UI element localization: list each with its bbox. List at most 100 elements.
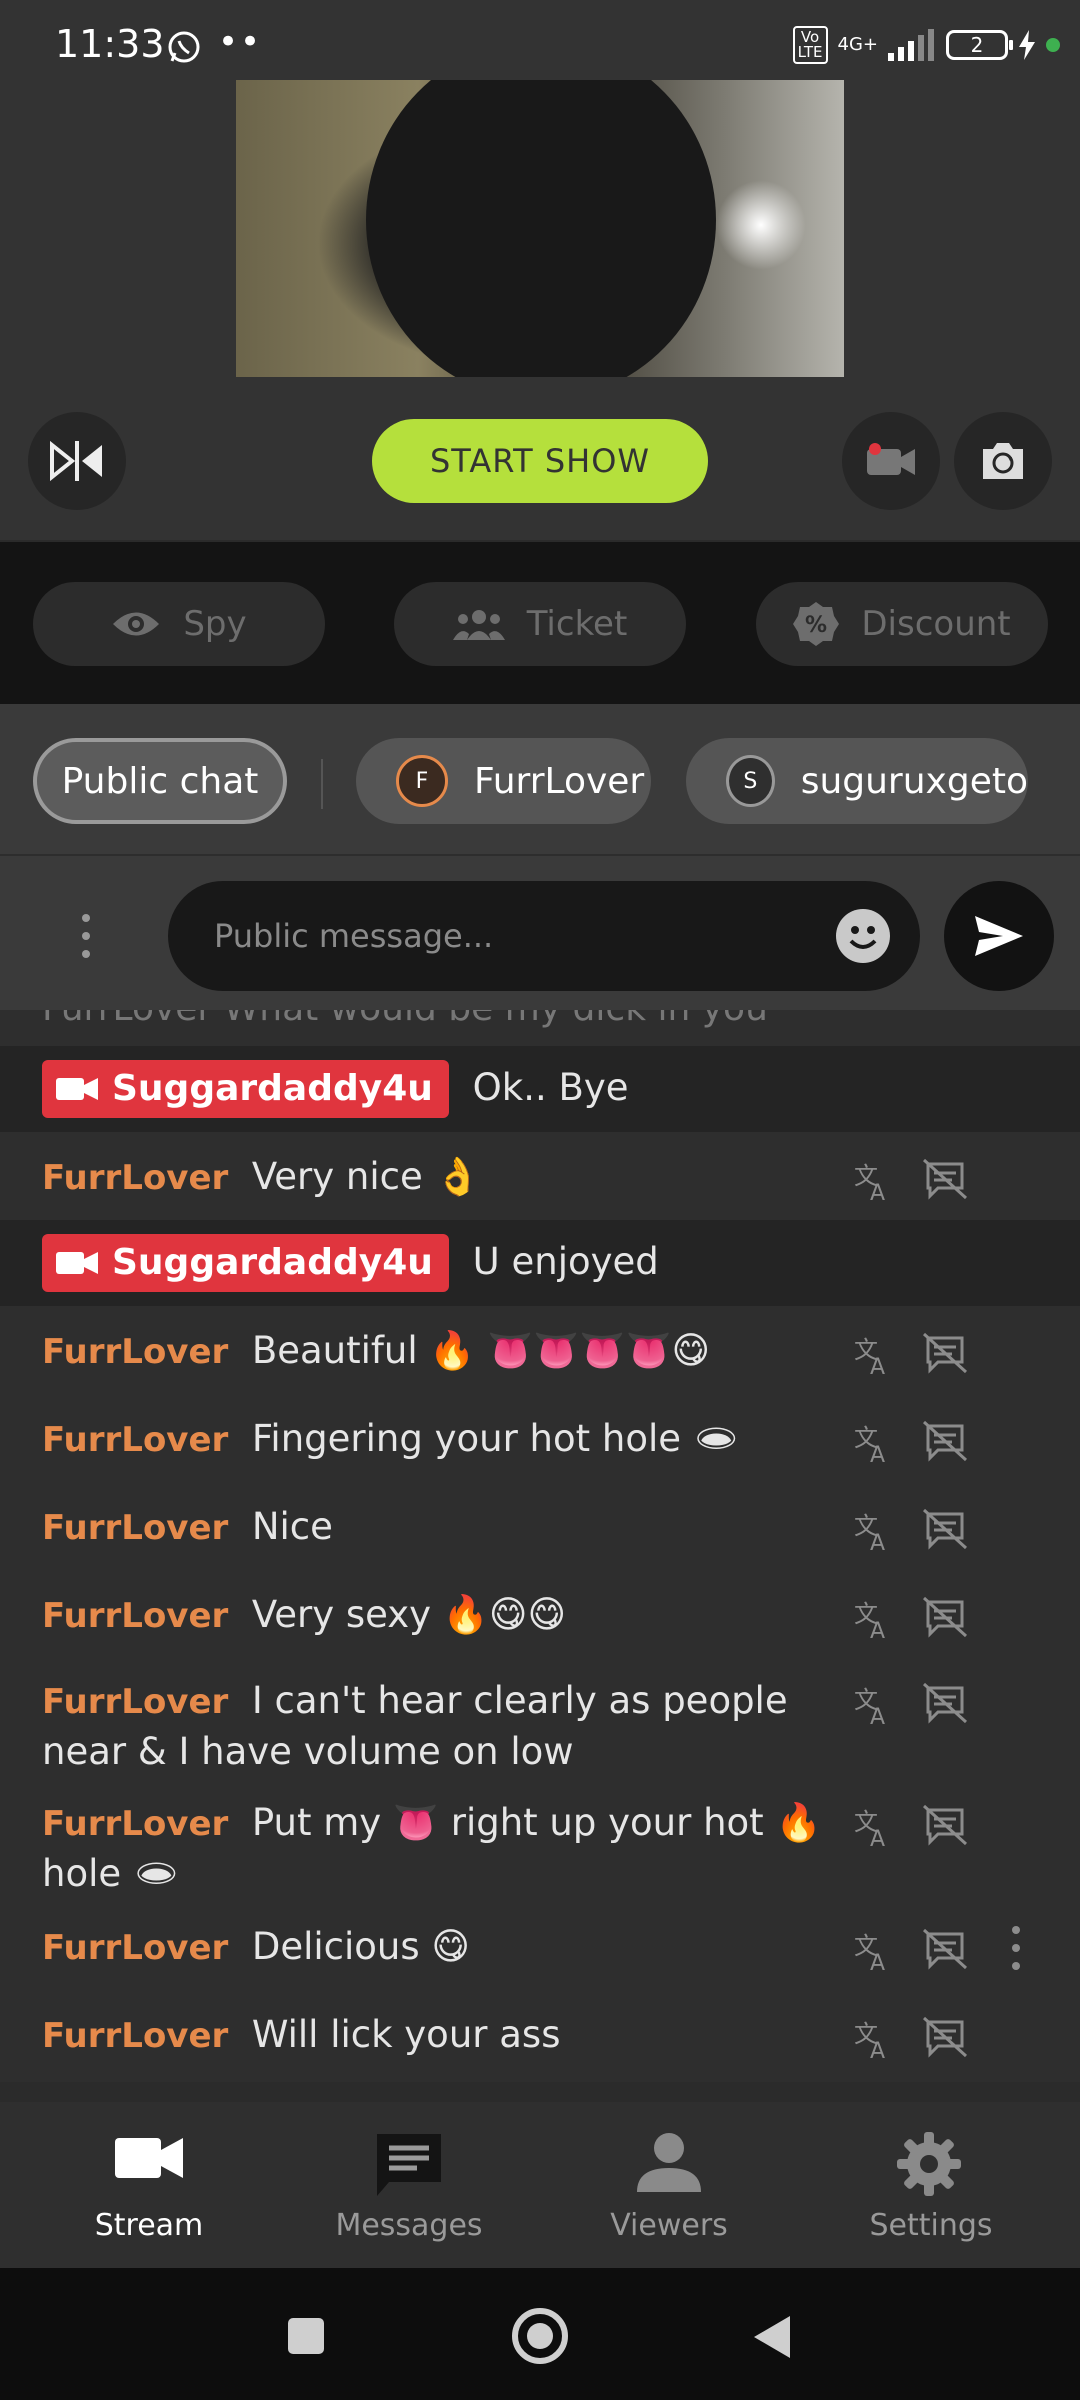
svg-text:A: A xyxy=(870,1619,885,1640)
tab-label: suguruxgeto xyxy=(800,760,1028,802)
charging-icon xyxy=(1019,30,1035,60)
svg-text:A: A xyxy=(870,2039,885,2060)
hide-message-icon[interactable] xyxy=(922,1158,968,1200)
host-badge: Suggardaddy4u xyxy=(42,1060,449,1118)
bottom-navigation: Stream Messages Viewers Settings xyxy=(0,2102,1080,2268)
whatsapp-icon xyxy=(168,31,200,63)
username[interactable]: FurrLover xyxy=(42,1332,228,1372)
username[interactable]: FurrLover xyxy=(42,1928,228,1968)
translate-icon[interactable]: 文A xyxy=(852,1422,894,1464)
list-item: FurrLover I can't hear clearly as people… xyxy=(0,1658,1080,1780)
hide-message-icon[interactable] xyxy=(922,1804,968,1846)
username[interactable]: FurrLover xyxy=(42,1420,228,1460)
svg-text:A: A xyxy=(870,1355,885,1376)
volte-icon: Vo LTE xyxy=(792,26,828,64)
public-message-input[interactable] xyxy=(214,881,794,991)
translate-icon[interactable]: 文A xyxy=(852,1510,894,1552)
hide-message-icon[interactable] xyxy=(922,1682,968,1724)
flip-icon xyxy=(50,440,102,482)
translate-icon[interactable]: 文A xyxy=(852,1806,894,1848)
discount-icon: % xyxy=(793,602,840,646)
spy-button[interactable]: Spy xyxy=(33,582,325,666)
nav-stream[interactable]: Stream xyxy=(14,2102,284,2268)
message-text: U enjoyed xyxy=(472,1239,659,1283)
avatar: F xyxy=(396,755,448,807)
list-item: FurrLover Nice 文A xyxy=(0,1482,1080,1570)
camera-toggle-button[interactable] xyxy=(842,412,940,510)
nav-viewers[interactable]: Viewers xyxy=(534,2102,804,2268)
username[interactable]: FurrLover xyxy=(42,1508,228,1548)
username[interactable]: FurrLover xyxy=(42,1158,228,1198)
gear-icon xyxy=(897,2132,961,2196)
status-time: 11:33 xyxy=(55,22,165,66)
chat-icon xyxy=(377,2134,441,2196)
app-root: { "status_bar": { "time": "11:33", "volt… xyxy=(0,0,1080,2400)
emoji-button[interactable] xyxy=(836,909,890,963)
chat-tabs: Public chat F FurrLover S suguruxgeto xyxy=(0,704,1080,856)
hide-message-icon[interactable] xyxy=(922,1508,968,1550)
tab-private-suguruxgeto[interactable]: S suguruxgeto xyxy=(686,738,1028,824)
send-button[interactable] xyxy=(944,881,1054,991)
svg-text:A: A xyxy=(870,1951,885,1972)
discount-button[interactable]: % Discount xyxy=(756,582,1048,666)
translate-icon[interactable]: 文A xyxy=(852,1160,894,1202)
message-text: Very sexy 🔥😋😋 xyxy=(251,1593,567,1636)
hide-message-icon[interactable] xyxy=(922,1420,968,1462)
translate-icon[interactable]: 文A xyxy=(852,1930,894,1972)
svg-text:A: A xyxy=(870,1705,885,1726)
flip-horizontal-button[interactable] xyxy=(28,412,126,510)
videocam-icon xyxy=(115,2138,183,2178)
username[interactable]: FurrLover xyxy=(42,1804,228,1844)
system-navigation-bar xyxy=(0,2268,1080,2400)
hide-message-icon[interactable] xyxy=(922,2016,968,2058)
home-button[interactable] xyxy=(510,2306,570,2366)
translate-icon[interactable]: 文A xyxy=(852,1684,894,1726)
tab-label: FurrLover xyxy=(474,760,645,802)
recents-button[interactable] xyxy=(286,2316,326,2356)
message-more-icon[interactable] xyxy=(1012,1926,1020,1970)
list-item: FurrLover Put my 👅 right up your hot 🔥 h… xyxy=(0,1780,1080,1902)
message-text: Fingering your hot hole 🕳 xyxy=(251,1417,740,1460)
privacy-dot xyxy=(1046,38,1060,52)
avatar: S xyxy=(726,755,775,807)
nav-messages[interactable]: Messages xyxy=(274,2102,544,2268)
hide-message-icon[interactable] xyxy=(922,1928,968,1970)
switch-camera-button[interactable] xyxy=(954,412,1052,510)
chat-messages: FurrLover What would be my dick in you S… xyxy=(0,1010,1080,2082)
tab-private-furrlover[interactable]: F FurrLover xyxy=(356,738,651,824)
discount-label: Discount xyxy=(861,604,1011,644)
videocam-icon xyxy=(56,1078,98,1100)
videocam-icon xyxy=(56,1252,98,1274)
username[interactable]: FurrLover xyxy=(42,1596,228,1636)
nav-settings[interactable]: Settings xyxy=(796,2102,1066,2268)
translate-icon[interactable]: 文A xyxy=(852,2018,894,2060)
ticket-button[interactable]: Ticket xyxy=(394,582,686,666)
start-show-button[interactable]: START SHOW xyxy=(372,419,708,503)
svg-text:A: A xyxy=(870,1827,885,1848)
username[interactable]: FurrLover xyxy=(42,2016,228,2056)
hide-message-icon[interactable] xyxy=(922,1596,968,1638)
message-text: Beautiful 🔥 👅👅👅👅😋 xyxy=(251,1329,711,1372)
message-input-container xyxy=(168,881,920,991)
cut-off-message: FurrLover What would be my dick in you xyxy=(0,1010,1080,1046)
message-text: Nice xyxy=(251,1505,333,1548)
translate-icon[interactable]: 文A xyxy=(852,1334,894,1376)
hide-message-icon[interactable] xyxy=(922,1332,968,1374)
person-icon xyxy=(637,2133,701,2192)
ticket-label: Ticket xyxy=(526,604,628,644)
message-composer xyxy=(0,856,1080,1010)
svg-text:A: A xyxy=(870,1443,885,1464)
more-options-icon[interactable] xyxy=(82,914,90,958)
list-item: Suggardaddy4u Ok.. Bye xyxy=(0,1046,1080,1132)
spy-label: Spy xyxy=(183,604,247,644)
translate-icon[interactable]: 文A xyxy=(852,1598,894,1640)
more-dots-icon: •• xyxy=(218,22,263,62)
videocam-off-icon xyxy=(867,443,915,475)
status-bar: 11:33 •• Vo LTE 4G+ 2 xyxy=(0,0,1080,80)
switch-camera-icon xyxy=(983,443,1023,479)
username[interactable]: FurrLover xyxy=(42,1682,228,1722)
list-item: FurrLover Delicious 😋 文A xyxy=(0,1902,1080,1990)
back-button[interactable] xyxy=(752,2314,792,2360)
list-item: Suggardaddy4u U enjoyed xyxy=(0,1220,1080,1306)
tab-public-chat[interactable]: Public chat xyxy=(33,738,287,824)
